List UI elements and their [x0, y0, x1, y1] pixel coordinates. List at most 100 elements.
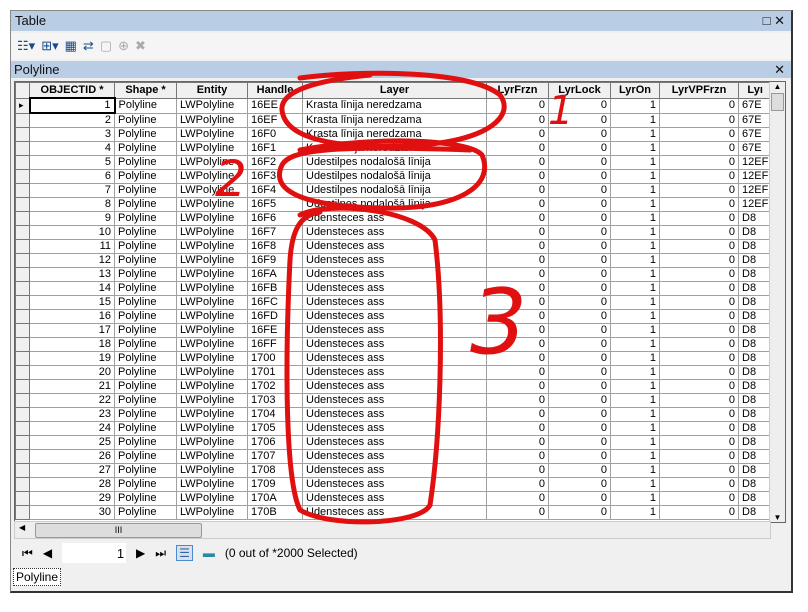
- cell-handle[interactable]: 1701: [247, 365, 303, 380]
- row-selector[interactable]: [15, 505, 30, 520]
- cell-handle[interactable]: 16FE: [247, 323, 303, 338]
- cell-entity[interactable]: LWPolyline: [176, 155, 248, 170]
- cell-lyrvpfrzn[interactable]: 0: [659, 379, 739, 394]
- cell-handle[interactable]: 16F5: [247, 197, 303, 212]
- cell-objectid[interactable]: 14: [29, 281, 115, 296]
- cell-lyrvpfrzn[interactable]: 0: [659, 295, 739, 310]
- cell-objectid[interactable]: 16: [29, 309, 115, 324]
- cell-lyrfrzn[interactable]: 0: [486, 169, 549, 184]
- row-selector[interactable]: [15, 197, 30, 212]
- show-selected-records-icon[interactable]: ▬: [203, 546, 215, 560]
- cell-ly[interactable]: D8: [737, 295, 773, 310]
- cell-shape[interactable]: Polyline: [114, 477, 177, 492]
- cell-lyrlock[interactable]: 0: [548, 365, 611, 380]
- cell-layer[interactable]: Ūdensteces ass: [302, 225, 487, 240]
- cell-ly[interactable]: D8: [737, 435, 773, 450]
- cell-lyrfrzn[interactable]: 0: [486, 281, 549, 296]
- cell-ly[interactable]: 12EF: [737, 155, 773, 170]
- cell-layer[interactable]: Krasta līnija neredzama: [302, 127, 487, 142]
- cell-ly[interactable]: 12EF: [737, 197, 773, 212]
- cell-lyrfrzn[interactable]: 0: [486, 477, 549, 492]
- cell-layer[interactable]: Ūdensteces ass: [302, 239, 487, 254]
- column-header[interactable]: Shape *: [114, 82, 177, 99]
- record-number-input[interactable]: [62, 543, 127, 563]
- cell-layer[interactable]: Ūdensteces ass: [302, 309, 487, 324]
- cell-lyron[interactable]: 1: [610, 253, 660, 268]
- cell-handle[interactable]: 1706: [247, 435, 303, 450]
- cell-lyron[interactable]: 1: [610, 505, 660, 520]
- cell-handle[interactable]: 16F4: [247, 183, 303, 198]
- column-header[interactable]: LyrLock: [548, 82, 611, 99]
- cell-handle[interactable]: 1707: [247, 449, 303, 464]
- row-selector[interactable]: [15, 183, 30, 198]
- cell-layer[interactable]: Ūdensteces ass: [302, 407, 487, 422]
- cell-lyron[interactable]: 1: [610, 449, 660, 464]
- cell-shape[interactable]: Polyline: [114, 267, 177, 282]
- cell-layer[interactable]: Ūdensteces ass: [302, 295, 487, 310]
- cell-handle[interactable]: 1709: [247, 477, 303, 492]
- related-tables-icon[interactable]: ⊞▾: [41, 38, 58, 54]
- cell-lyrvpfrzn[interactable]: 0: [659, 463, 739, 478]
- cell-lyron[interactable]: 1: [610, 141, 660, 156]
- first-record-button[interactable]: ⏮: [22, 546, 33, 561]
- cell-ly[interactable]: D8: [737, 379, 773, 394]
- row-selector[interactable]: [15, 323, 30, 338]
- row-selector[interactable]: [15, 435, 30, 450]
- cell-objectid[interactable]: 9: [29, 211, 115, 226]
- column-header[interactable]: LyrFrzn: [486, 82, 549, 99]
- cell-shape[interactable]: Polyline: [114, 463, 177, 478]
- vertical-scrollbar[interactable]: ▲ ▼: [769, 82, 785, 522]
- cell-lyron[interactable]: 1: [610, 435, 660, 450]
- cell-lyrfrzn[interactable]: 0: [486, 127, 549, 142]
- cell-entity[interactable]: LWPolyline: [176, 183, 248, 198]
- cell-entity[interactable]: LWPolyline: [176, 127, 248, 142]
- row-selector[interactable]: [15, 127, 30, 142]
- cell-lyrvpfrzn[interactable]: 0: [659, 407, 739, 422]
- cell-entity[interactable]: LWPolyline: [176, 421, 248, 436]
- cell-layer[interactable]: Ūdensteces ass: [302, 253, 487, 268]
- cell-lyrlock[interactable]: 0: [548, 505, 611, 520]
- cell-lyrfrzn[interactable]: 0: [486, 505, 549, 520]
- row-selector[interactable]: [15, 463, 30, 478]
- cell-lyrlock[interactable]: 0: [548, 211, 611, 226]
- cell-lyrvpfrzn[interactable]: 0: [659, 505, 739, 520]
- table-row[interactable]: 27 Polyline LWPolyline 1708 Ūdensteces ass 0 0…: [15, 463, 773, 478]
- cell-lyrvpfrzn[interactable]: 0: [659, 225, 739, 240]
- cell-entity[interactable]: LWPolyline: [176, 407, 248, 422]
- cell-lyrlock[interactable]: 0: [548, 281, 611, 296]
- cell-ly[interactable]: D8: [737, 309, 773, 324]
- table-row[interactable]: 9 Polyline LWPolyline 16F6 Ūdensteces ass 0 0 1…: [15, 211, 773, 226]
- cell-lyrlock[interactable]: 0: [548, 253, 611, 268]
- cell-lyrlock[interactable]: 0: [548, 225, 611, 240]
- row-selector[interactable]: [15, 351, 30, 366]
- table-row[interactable]: 25 Polyline LWPolyline 1706 Ūdensteces ass 0 0…: [15, 435, 773, 450]
- cell-ly[interactable]: D8: [737, 421, 773, 436]
- table-row[interactable]: 12 Polyline LWPolyline 16F9 Ūdensteces ass 0 0…: [15, 253, 773, 268]
- cell-handle[interactable]: 16FD: [247, 309, 303, 324]
- cell-lyrfrzn[interactable]: 0: [486, 225, 549, 240]
- cell-handle[interactable]: 16FC: [247, 295, 303, 310]
- cell-lyrlock[interactable]: 0: [548, 239, 611, 254]
- cell-handle[interactable]: 1700: [247, 351, 303, 366]
- cell-lyrfrzn[interactable]: 0: [486, 183, 549, 198]
- cell-objectid[interactable]: 8: [29, 197, 115, 212]
- cell-layer[interactable]: Ūdestilpes nodalošā līnija: [302, 183, 487, 198]
- cell-entity[interactable]: LWPolyline: [176, 97, 248, 114]
- cell-ly[interactable]: D8: [737, 337, 773, 352]
- cell-lyrvpfrzn[interactable]: 0: [659, 477, 739, 492]
- cell-layer[interactable]: Ūdensteces ass: [302, 491, 487, 506]
- cell-objectid[interactable]: 28: [29, 477, 115, 492]
- cell-shape[interactable]: Polyline: [114, 337, 177, 352]
- cell-lyrvpfrzn[interactable]: 0: [659, 155, 739, 170]
- cell-shape[interactable]: Polyline: [114, 281, 177, 296]
- cell-objectid[interactable]: 30: [29, 505, 115, 520]
- cell-objectid[interactable]: 26: [29, 449, 115, 464]
- cell-objectid[interactable]: 25: [29, 435, 115, 450]
- row-selector[interactable]: [15, 379, 30, 394]
- column-header[interactable]: LyrVPFrzn: [659, 82, 739, 99]
- cell-entity[interactable]: LWPolyline: [176, 239, 248, 254]
- cell-lyron[interactable]: 1: [610, 183, 660, 198]
- cell-lyrlock[interactable]: 0: [548, 169, 611, 184]
- cell-lyrvpfrzn[interactable]: 0: [659, 183, 739, 198]
- cell-entity[interactable]: LWPolyline: [176, 505, 248, 520]
